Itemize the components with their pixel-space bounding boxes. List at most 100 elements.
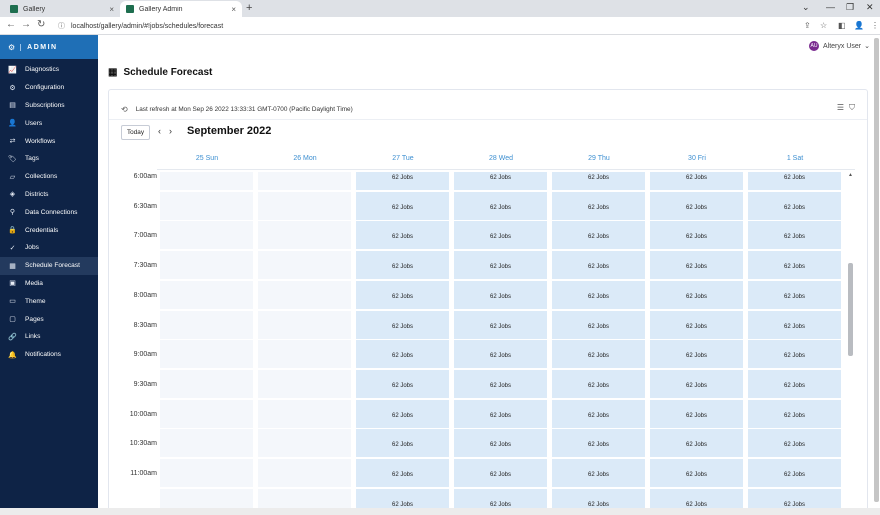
empty-cell[interactable] bbox=[160, 191, 253, 220]
day-header[interactable]: 1 Sat bbox=[748, 155, 842, 167]
day-header[interactable]: 28 Wed bbox=[454, 155, 548, 167]
forecast-cell[interactable]: 62 Jobs bbox=[552, 488, 645, 509]
forecast-cell[interactable]: 62 Jobs bbox=[650, 488, 743, 509]
forecast-cell[interactable]: 62 Jobs bbox=[454, 488, 547, 509]
close-window-button[interactable]: ✕ bbox=[866, 2, 874, 13]
forecast-cell[interactable]: 62 Jobs bbox=[356, 310, 449, 339]
forecast-cell[interactable]: 62 Jobs bbox=[748, 488, 841, 509]
forecast-cell[interactable]: 62 Jobs bbox=[748, 340, 841, 369]
url-input[interactable]: ⓘ localhost/gallery/admin/#!jobs/schedul… bbox=[52, 19, 792, 33]
forecast-cell[interactable]: 62 Jobs bbox=[650, 280, 743, 309]
forecast-cell[interactable]: 62 Jobs bbox=[454, 340, 547, 369]
forecast-cell[interactable]: 62 Jobs bbox=[552, 310, 645, 339]
forecast-cell[interactable]: 62 Jobs bbox=[356, 251, 449, 280]
empty-cell[interactable] bbox=[160, 310, 253, 339]
sidebar-item-jobs[interactable]: ✓ Jobs bbox=[0, 239, 98, 257]
forecast-cell[interactable]: 62 Jobs bbox=[552, 191, 645, 220]
forecast-cell[interactable]: 62 Jobs bbox=[650, 221, 743, 250]
day-header[interactable]: 29 Thu bbox=[552, 155, 646, 167]
sidebar-item-media[interactable]: ▣ Media bbox=[0, 275, 98, 293]
sidebar-item-tags[interactable]: 🏷 Tags bbox=[0, 150, 98, 168]
sidebar-item-credentials[interactable]: 🔒 Credentials bbox=[0, 221, 98, 239]
minimize-button[interactable]: — bbox=[826, 2, 835, 12]
forecast-cell[interactable]: 62 Jobs bbox=[356, 172, 449, 190]
day-header[interactable]: 25 Sun bbox=[160, 155, 254, 167]
empty-cell[interactable] bbox=[160, 369, 253, 398]
sidebar-item-collections[interactable]: ▱ Collections bbox=[0, 168, 98, 186]
day-header[interactable]: 26 Mon bbox=[258, 155, 352, 167]
browser-menu-icon[interactable]: ⋮ bbox=[871, 21, 879, 30]
forecast-cell[interactable]: 62 Jobs bbox=[454, 459, 547, 487]
empty-cell[interactable] bbox=[258, 488, 351, 509]
sidebar-item-workflows[interactable]: ⇄ Workflows bbox=[0, 132, 98, 150]
forecast-cell[interactable]: 62 Jobs bbox=[748, 191, 841, 220]
forecast-cell[interactable]: 62 Jobs bbox=[454, 191, 547, 220]
forward-icon[interactable]: → bbox=[21, 19, 31, 30]
empty-cell[interactable] bbox=[160, 340, 253, 369]
forecast-cell[interactable]: 62 Jobs bbox=[748, 429, 841, 458]
empty-cell[interactable] bbox=[160, 280, 253, 309]
empty-cell[interactable] bbox=[258, 459, 351, 487]
sidebar-item-subscriptions[interactable]: ▤ Subscriptions bbox=[0, 97, 98, 115]
new-tab-button[interactable]: + bbox=[246, 2, 252, 14]
sidebar-item-pages[interactable]: ▢ Pages bbox=[0, 310, 98, 328]
forecast-cell[interactable]: 62 Jobs bbox=[552, 221, 645, 250]
sidebar-item-configuration[interactable]: ⚙ Configuration bbox=[0, 79, 98, 97]
scrollbar-thumb[interactable] bbox=[874, 38, 879, 502]
forecast-cell[interactable]: 62 Jobs bbox=[454, 172, 547, 190]
sidebar-item-diagnostics[interactable]: 📈 Diagnostics bbox=[0, 61, 98, 79]
forecast-cell[interactable]: 62 Jobs bbox=[356, 429, 449, 458]
empty-cell[interactable] bbox=[258, 191, 351, 220]
forecast-cell[interactable]: 62 Jobs bbox=[552, 369, 645, 398]
sidebar-item-theme[interactable]: ▭ Theme bbox=[0, 292, 98, 310]
forecast-cell[interactable]: 62 Jobs bbox=[748, 459, 841, 487]
list-view-icon[interactable]: ☰ bbox=[837, 103, 844, 113]
empty-cell[interactable] bbox=[160, 251, 253, 280]
share-icon[interactable]: ⇪ bbox=[804, 21, 811, 30]
sidebar-item-schedule-forecast[interactable]: ▦ Schedule Forecast bbox=[0, 256, 98, 275]
forecast-cell[interactable]: 62 Jobs bbox=[356, 369, 449, 398]
empty-cell[interactable] bbox=[258, 369, 351, 398]
bookmark-star-icon[interactable]: ☆ bbox=[820, 21, 827, 30]
chevron-right-icon[interactable]: › bbox=[169, 126, 172, 136]
forecast-cell[interactable]: 62 Jobs bbox=[552, 340, 645, 369]
profile-icon[interactable]: 👤 bbox=[854, 21, 864, 30]
empty-cell[interactable] bbox=[160, 399, 253, 428]
tab-search-icon[interactable]: ⌄ bbox=[802, 2, 810, 13]
empty-cell[interactable] bbox=[258, 429, 351, 458]
empty-cell[interactable] bbox=[160, 429, 253, 458]
forecast-cell[interactable]: 62 Jobs bbox=[454, 369, 547, 398]
empty-cell[interactable] bbox=[258, 399, 351, 428]
empty-cell[interactable] bbox=[160, 488, 253, 509]
close-icon[interactable]: × bbox=[109, 5, 114, 14]
filter-icon[interactable]: ⛉ bbox=[849, 103, 855, 113]
forecast-cell[interactable]: 62 Jobs bbox=[650, 172, 743, 190]
day-header[interactable]: 30 Fri bbox=[650, 155, 744, 167]
forecast-cell[interactable]: 62 Jobs bbox=[356, 280, 449, 309]
forecast-cell[interactable]: 62 Jobs bbox=[356, 221, 449, 250]
forecast-cell[interactable]: 62 Jobs bbox=[552, 280, 645, 309]
reload-icon[interactable]: ↻ bbox=[37, 19, 45, 30]
sidebar-item-notifications[interactable]: 🔔 Notifications bbox=[0, 346, 98, 364]
forecast-cell[interactable]: 62 Jobs bbox=[552, 172, 645, 190]
forecast-cell[interactable]: 62 Jobs bbox=[650, 340, 743, 369]
sidebar-item-users[interactable]: 👤 Users bbox=[0, 114, 98, 132]
empty-cell[interactable] bbox=[258, 310, 351, 339]
forecast-cell[interactable]: 62 Jobs bbox=[650, 191, 743, 220]
forecast-cell[interactable]: 62 Jobs bbox=[748, 172, 841, 190]
forecast-cell[interactable]: 62 Jobs bbox=[650, 310, 743, 339]
forecast-cell[interactable]: 62 Jobs bbox=[650, 369, 743, 398]
empty-cell[interactable] bbox=[258, 221, 351, 250]
scroll-up-icon[interactable]: ▲ bbox=[847, 172, 854, 178]
chevron-left-icon[interactable]: ‹ bbox=[158, 126, 161, 136]
back-icon[interactable]: ← bbox=[6, 19, 16, 30]
forecast-cell[interactable]: 62 Jobs bbox=[552, 399, 645, 428]
empty-cell[interactable] bbox=[160, 172, 253, 190]
page-scrollbar[interactable] bbox=[874, 36, 879, 508]
browser-tab-gallery[interactable]: Gallery × bbox=[4, 1, 120, 17]
forecast-cell[interactable]: 62 Jobs bbox=[552, 429, 645, 458]
maximize-button[interactable]: ❐ bbox=[846, 2, 854, 13]
forecast-cell[interactable]: 62 Jobs bbox=[454, 310, 547, 339]
empty-cell[interactable] bbox=[258, 251, 351, 280]
browser-tab-gallery-admin[interactable]: Gallery Admin × bbox=[120, 1, 242, 17]
